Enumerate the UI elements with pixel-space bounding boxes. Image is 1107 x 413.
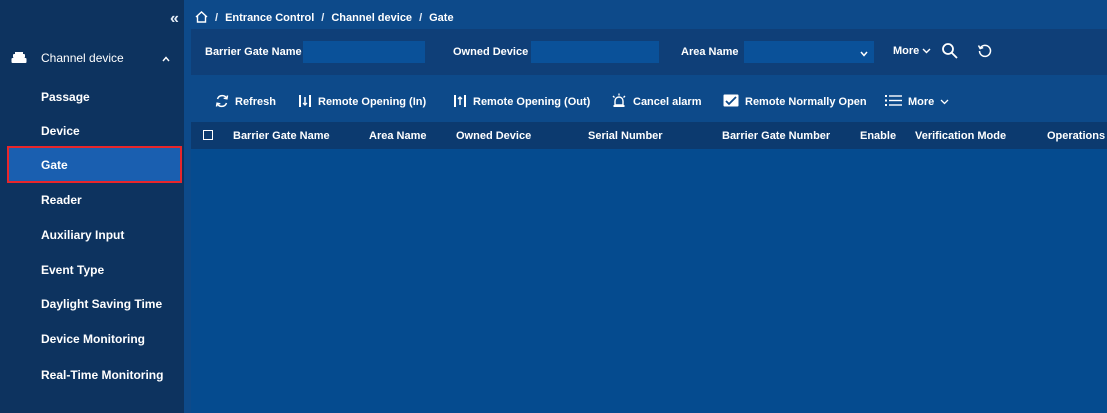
breadcrumb-item-channel-device[interactable]: Channel device (331, 12, 412, 24)
area-name-label: Area Name (681, 46, 739, 58)
column-header-operations: Operations (1047, 130, 1106, 142)
breadcrumb-separator: / (321, 12, 325, 24)
sidebar-item-passage[interactable]: Passage (0, 80, 184, 114)
gate-in-icon (298, 94, 312, 111)
remote-normally-open-label: Remote Normally Open (745, 96, 867, 108)
remote-opening-out-label: Remote Opening (Out) (473, 96, 591, 108)
chevron-down-icon (940, 96, 949, 108)
sidebar-item-label: Device Monitoring (41, 332, 146, 346)
sidebar-item-daylight-saving-time[interactable]: Daylight Saving Time (0, 287, 184, 321)
gate-out-icon (453, 94, 467, 111)
more-actions-button[interactable]: More (885, 90, 949, 114)
sidebar-item-label: Daylight Saving Time (41, 297, 163, 311)
sidebar-item-label: Passage (41, 90, 90, 104)
sidebar-item-label: Device (41, 124, 80, 138)
barrier-gate-name-label: Barrier Gate Name (205, 46, 302, 58)
column-header-enable[interactable]: Enable (860, 130, 896, 142)
gate-table: Barrier Gate Name Area Name Owned Device… (191, 122, 1107, 413)
more-filters-button[interactable]: More (893, 45, 931, 57)
chevron-down-icon (922, 45, 931, 57)
refresh-label: Refresh (235, 96, 276, 108)
barrier-gate-name-input[interactable] (303, 41, 425, 63)
owned-device-input[interactable] (531, 41, 659, 63)
sidebar-item-auxiliary-input[interactable]: Auxiliary Input (0, 218, 184, 252)
sidebar-item-label: Real-Time Monitoring (41, 368, 164, 382)
cancel-alarm-label: Cancel alarm (633, 96, 702, 108)
refresh-button[interactable]: Refresh (215, 90, 276, 114)
owned-device-label: Owned Device (453, 46, 529, 58)
column-header-owned-device[interactable]: Owned Device (456, 130, 531, 142)
reset-icon[interactable] (977, 43, 993, 62)
toolbar: Refresh Remote Opening (In) Remote Openi… (191, 90, 1107, 114)
column-header-area-name[interactable]: Area Name (369, 130, 426, 142)
breadcrumb-item-entrance-control[interactable]: Entrance Control (225, 12, 314, 24)
refresh-icon (215, 94, 229, 111)
breadcrumb-separator: / (419, 12, 423, 24)
column-header-verification-mode[interactable]: Verification Mode (915, 130, 1006, 142)
cancel-alarm-button[interactable]: Cancel alarm (611, 90, 701, 114)
sidebar-item-gate[interactable]: Gate (7, 146, 182, 183)
normally-open-icon (723, 94, 739, 110)
select-all-checkbox[interactable] (203, 130, 213, 140)
sidebar-group-label: Channel device (41, 51, 124, 65)
breadcrumb-item-gate: Gate (429, 12, 454, 24)
sidebar: « Channel device Passage Device Gate Rea… (0, 0, 184, 413)
sidebar-item-label: Gate (41, 158, 68, 172)
sidebar-item-real-time-monitoring[interactable]: Real-Time Monitoring (0, 358, 184, 392)
more-filters-label: More (893, 45, 920, 57)
sidebar-item-device[interactable]: Device (0, 114, 184, 148)
remote-normally-open-button[interactable]: Remote Normally Open (723, 90, 867, 114)
chevron-up-icon (162, 53, 170, 65)
remote-opening-in-label: Remote Opening (In) (318, 96, 427, 108)
sidebar-item-label: Reader (41, 193, 82, 207)
sidebar-item-device-monitoring[interactable]: Device Monitoring (0, 322, 184, 356)
search-icon[interactable] (941, 42, 959, 63)
remote-opening-in-button[interactable]: Remote Opening (In) (298, 90, 426, 114)
chevron-down-icon (860, 48, 868, 60)
table-body (191, 149, 1107, 413)
list-icon (885, 94, 902, 110)
sidebar-group-channel-device[interactable]: Channel device (0, 43, 184, 73)
table-header: Barrier Gate Name Area Name Owned Device… (191, 122, 1107, 149)
filter-bar: Barrier Gate Name Owned Device Area Name… (191, 29, 1107, 75)
sidebar-item-label: Auxiliary Input (41, 228, 125, 242)
remote-opening-out-button[interactable]: Remote Opening (Out) (453, 90, 590, 114)
home-icon[interactable] (195, 10, 208, 26)
more-actions-label: More (908, 96, 935, 108)
alarm-icon (611, 93, 627, 111)
collapse-sidebar-button[interactable]: « (170, 11, 179, 27)
sidebar-item-reader[interactable]: Reader (0, 183, 184, 217)
device-icon (11, 51, 27, 68)
sidebar-item-event-type[interactable]: Event Type (0, 253, 184, 287)
breadcrumb: / Entrance Control / Channel device / Ga… (195, 10, 454, 26)
column-header-barrier-gate-name[interactable]: Barrier Gate Name (233, 130, 330, 142)
area-name-select[interactable] (744, 41, 874, 63)
column-header-barrier-gate-number[interactable]: Barrier Gate Number (722, 130, 830, 142)
sidebar-item-label: Event Type (41, 263, 105, 277)
breadcrumb-separator: / (215, 12, 219, 24)
column-header-serial-number[interactable]: Serial Number (588, 130, 663, 142)
